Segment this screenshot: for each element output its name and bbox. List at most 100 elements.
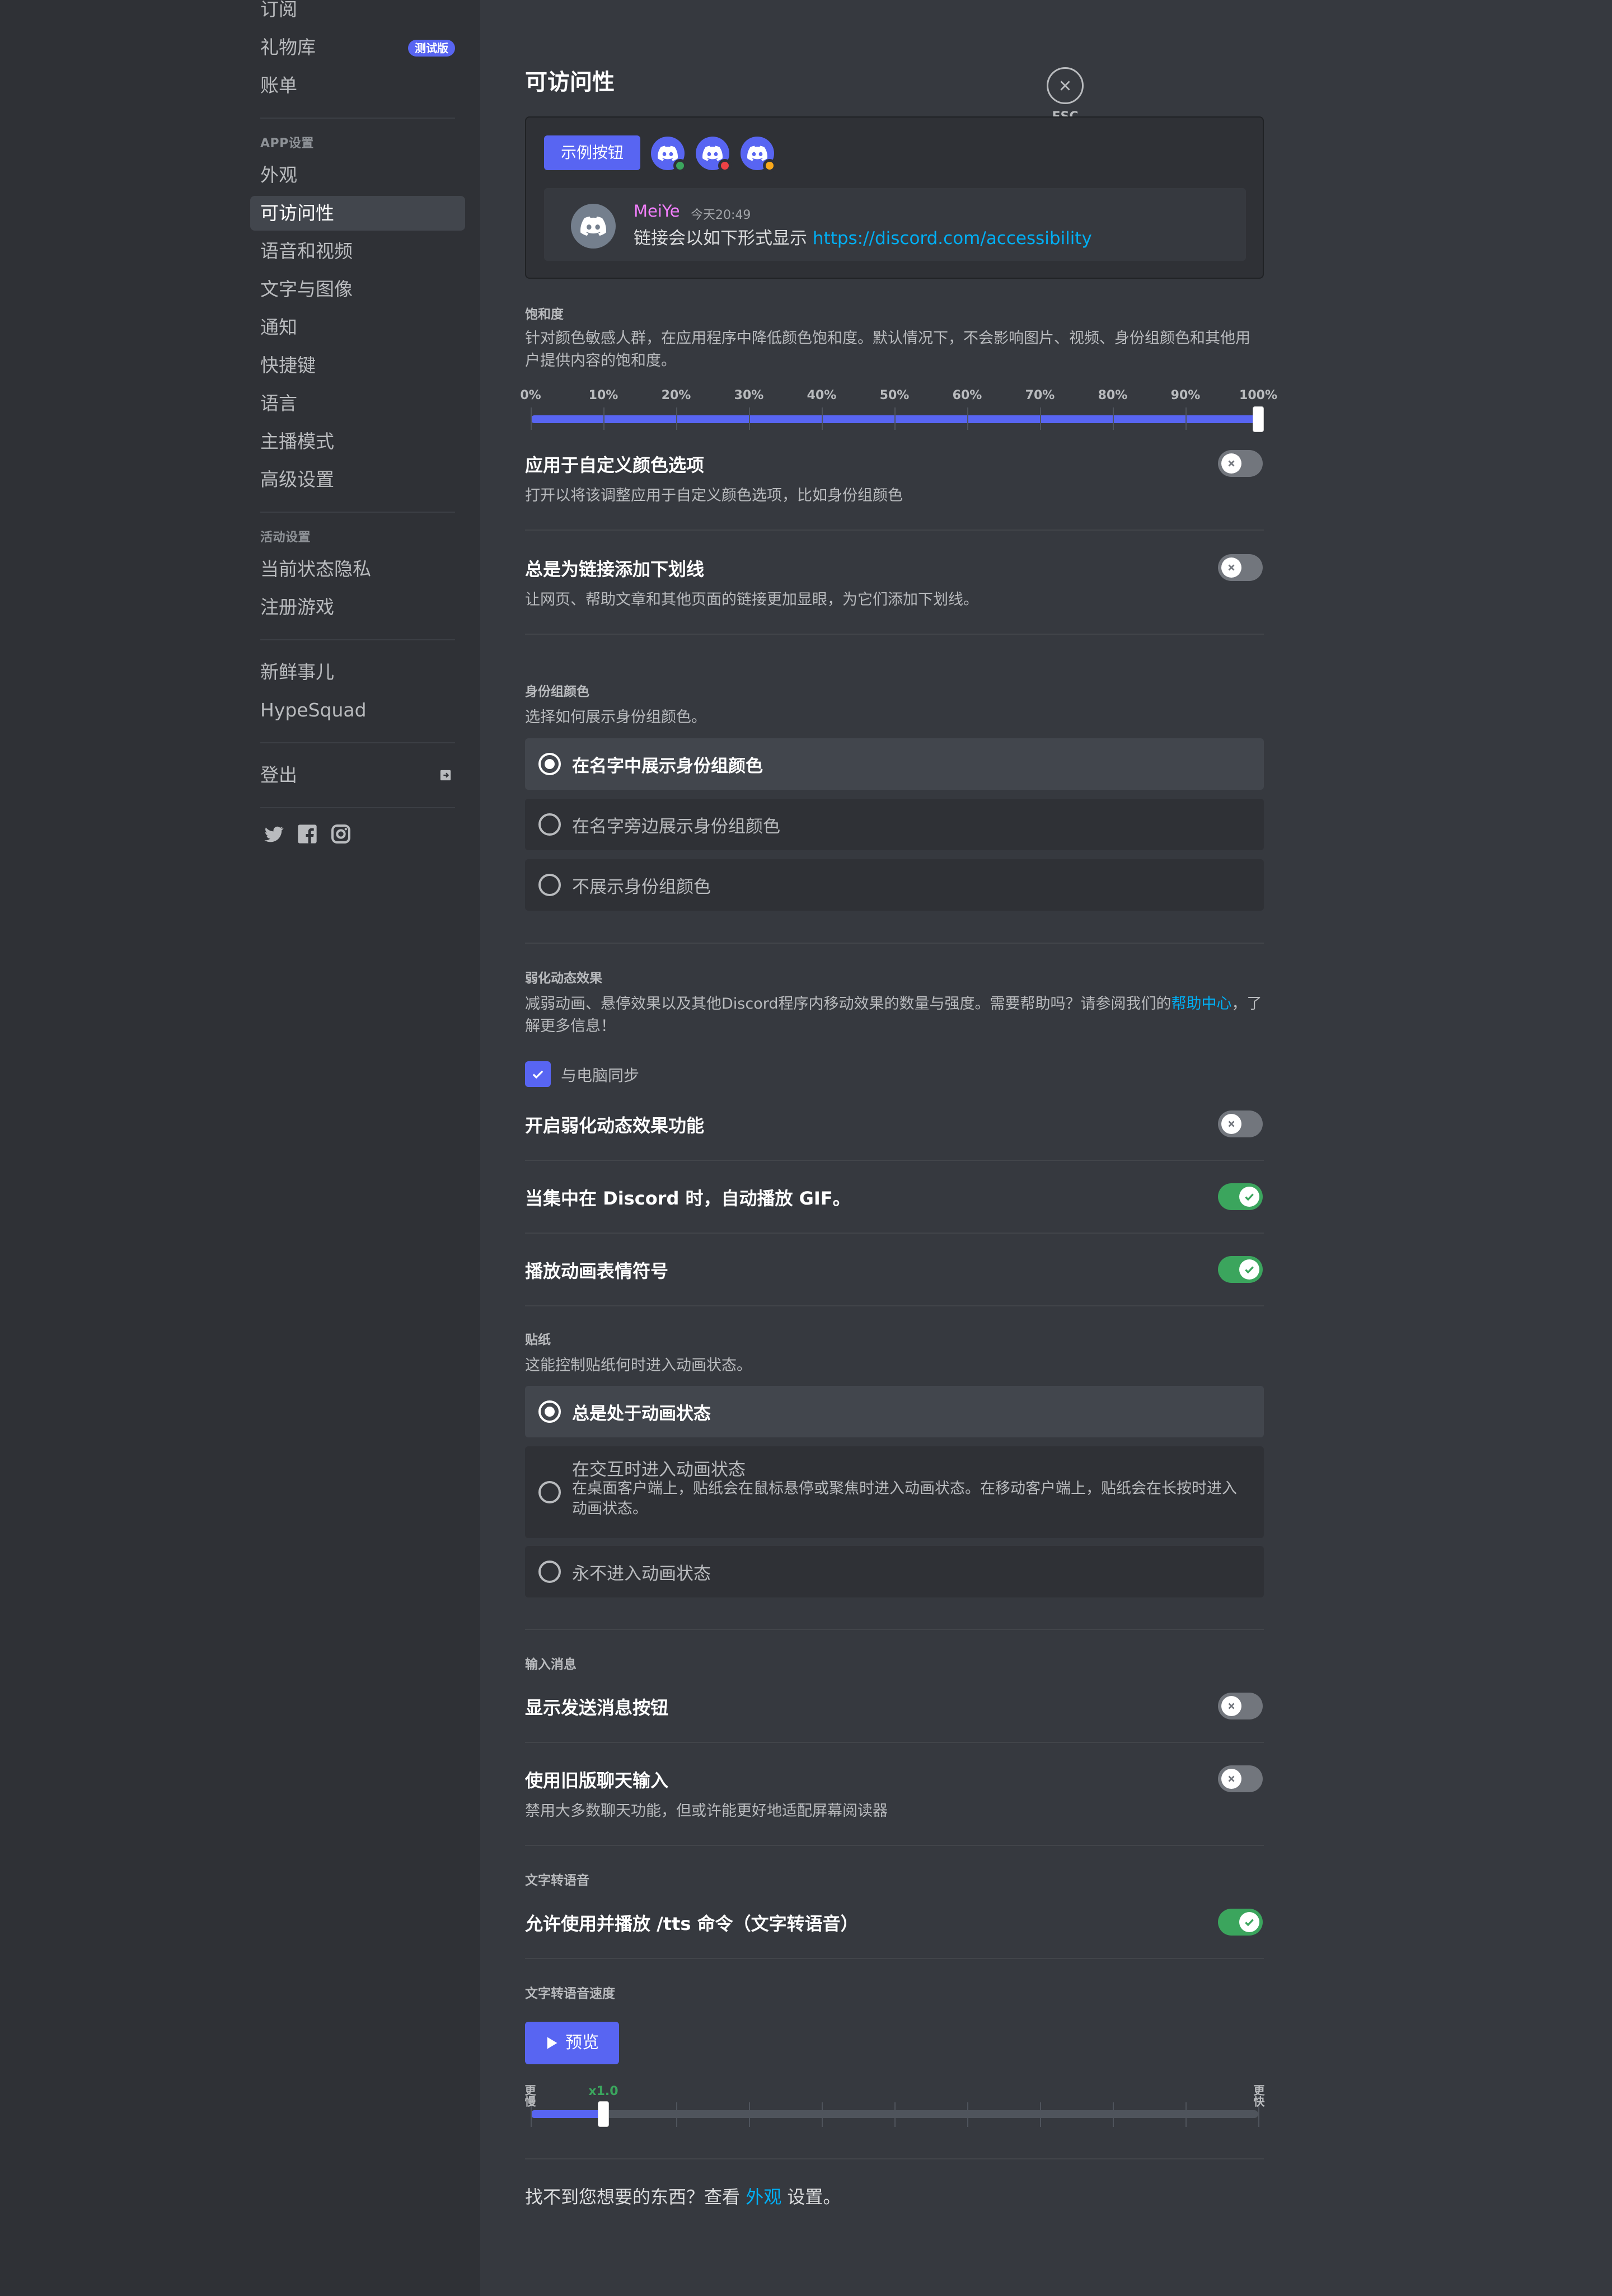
role-color-option-hidden[interactable]: 不展示身份组颜色	[525, 859, 1264, 911]
sidebar-item-advanced[interactable]: 高级设置	[250, 462, 465, 497]
slider-tick-label: 100%	[1239, 388, 1277, 402]
instagram-icon[interactable]	[330, 823, 352, 845]
close-icon[interactable]	[1047, 67, 1084, 104]
slider-tick-mark	[967, 407, 968, 430]
sidebar-item-whats-new[interactable]: 新鲜事儿	[250, 655, 465, 690]
slider-fill	[531, 2110, 603, 2118]
sidebar-item-hypesquad[interactable]: HypeSquad	[250, 693, 465, 728]
sidebar-item-language[interactable]: 语言	[250, 386, 465, 421]
sidebar-item-streamer-mode[interactable]: 主播模式	[250, 424, 465, 459]
slider-tick-mark	[749, 2102, 750, 2127]
demo-button[interactable]: 示例按钮	[544, 135, 641, 170]
x-icon	[1228, 1703, 1235, 1709]
sticker-option-always[interactable]: 总是处于动画状态	[525, 1386, 1264, 1437]
slider-tick-mark	[531, 407, 532, 430]
role-color-option-beside-name[interactable]: 在名字旁边展示身份组颜色	[525, 799, 1264, 850]
radio-button[interactable]	[538, 874, 561, 896]
sidebar-item-gift-inventory[interactable]: 礼物库 测试版	[250, 30, 465, 65]
button-label: 预览	[565, 2033, 599, 2053]
divider	[525, 1958, 1264, 1959]
message-author[interactable]: MeiYe	[634, 202, 680, 221]
check-icon	[1245, 1266, 1254, 1274]
message-link[interactable]: https://discord.com/accessibility	[813, 228, 1092, 249]
slider-tick-mark	[1113, 407, 1114, 430]
radio-button[interactable]	[538, 1481, 561, 1503]
slider-tick-label: 0%	[520, 388, 541, 402]
sync-with-computer-checkbox[interactable]	[525, 1061, 551, 1087]
slider-tick-mark	[749, 407, 750, 430]
send-button-toggle[interactable]	[1218, 1693, 1263, 1719]
play-icon	[547, 2037, 557, 2049]
reduced-motion-description: 减弱动画、悬停效果以及其他Discord程序内移动效果的数量与强度。需要帮助吗？…	[525, 993, 1264, 1038]
tts-allow-toggle[interactable]	[1218, 1909, 1263, 1936]
toggle-knob	[1239, 1259, 1259, 1280]
radio-button[interactable]	[538, 813, 561, 836]
avatar-idle	[741, 137, 776, 172]
reduced-motion-toggle[interactable]	[1218, 1110, 1263, 1137]
radio-button[interactable]	[538, 1561, 561, 1583]
sidebar-divider	[260, 639, 455, 640]
sidebar-item-label: 可访问性	[260, 202, 334, 224]
sidebar-item-keybinds[interactable]: 快捷键	[250, 348, 465, 383]
sidebar-item-accessibility[interactable]: 可访问性	[250, 196, 465, 231]
custom-colors-toggle[interactable]	[1218, 450, 1263, 477]
facebook-icon[interactable]	[296, 823, 318, 845]
sidebar-item-label: 文字与图像	[260, 278, 353, 300]
radio-label: 总是处于动画状态	[572, 1404, 711, 1424]
divider	[525, 1160, 1264, 1161]
logout-icon	[440, 770, 451, 781]
slider-tick-label: 30%	[734, 388, 764, 402]
role-colors-label: 身份组颜色	[525, 685, 589, 699]
discord-logo-icon	[747, 146, 767, 161]
sidebar-item-text-images[interactable]: 文字与图像	[250, 272, 465, 307]
slider-tick-mark	[1185, 407, 1187, 430]
role-color-option-in-name[interactable]: 在名字中展示身份组颜色	[525, 738, 1264, 790]
slider-handle[interactable]	[1253, 406, 1264, 432]
legacy-chat-input-toggle[interactable]	[1218, 1765, 1263, 1792]
slider-tick-mark	[894, 2102, 896, 2127]
sidebar-item-label: 高级设置	[260, 468, 334, 490]
radio-button[interactable]	[538, 753, 561, 775]
sidebar-item-logout[interactable]: 登出	[250, 758, 465, 793]
tts-rate-slider[interactable]: 更慢 更快 x1.0	[523, 2082, 1265, 2144]
divider	[525, 634, 1264, 635]
tts-preview-button[interactable]: 预览	[525, 2022, 619, 2064]
discord-logo-icon	[658, 146, 678, 161]
appearance-link[interactable]: 外观	[746, 2186, 781, 2208]
underline-links-toggle[interactable]	[1218, 554, 1263, 581]
toggle-knob	[1221, 453, 1241, 474]
radio-button[interactable]	[538, 1400, 561, 1423]
help-center-link[interactable]: 帮助中心	[1171, 995, 1232, 1013]
sidebar-divider	[260, 742, 455, 743]
divider	[525, 530, 1264, 531]
sidebar-item-voice-video[interactable]: 语音和视频	[250, 234, 465, 269]
autoplay-gif-toggle[interactable]	[1218, 1183, 1263, 1210]
beta-badge: 测试版	[408, 40, 455, 57]
social-links	[250, 823, 465, 845]
sidebar-item-billing[interactable]: 账单	[250, 68, 465, 103]
slider-tick-label: 70%	[1025, 388, 1055, 402]
tts-label: 文字转语音	[525, 1873, 589, 1888]
close-settings-button[interactable]: ESC	[1045, 67, 1085, 124]
slider-tick-mark	[1185, 2102, 1187, 2127]
check-icon	[1245, 1193, 1254, 1201]
toggle-knob	[1221, 1696, 1241, 1716]
sticker-option-never[interactable]: 永不进入动画状态	[525, 1546, 1264, 1597]
sidebar-item-label: HypeSquad	[260, 699, 367, 721]
sidebar-item-subscriptions[interactable]: 订阅	[250, 0, 465, 27]
sidebar-item-activity-privacy[interactable]: 当前状态隐私	[250, 552, 465, 587]
saturation-label: 饱和度	[525, 307, 564, 322]
app-settings-header: APP设置	[260, 137, 314, 151]
sticker-option-on-interaction[interactable]: 在交互时进入动画状态 在桌面客户端上，贴纸会在鼠标悬停或聚焦时进入动画状态。在移…	[525, 1446, 1264, 1538]
sidebar-item-notifications[interactable]: 通知	[250, 310, 465, 345]
slider-handle[interactable]	[598, 2101, 609, 2127]
underline-links-description: 让网页、帮助文章和其他页面的链接更加显眼，为它们添加下划线。	[525, 591, 978, 608]
sidebar-item-appearance[interactable]: 外观	[250, 158, 465, 193]
animated-emoji-toggle[interactable]	[1218, 1256, 1263, 1283]
slider-tick-mark	[967, 2102, 968, 2127]
saturation-slider[interactable]: 0% 10% 20% 30% 40% 50% 60% 70% 80% 90% 100%	[520, 386, 1277, 432]
slider-value-marker: x1.0	[588, 2084, 618, 2098]
twitter-icon[interactable]	[263, 823, 285, 845]
divider	[525, 2158, 1264, 2159]
sidebar-item-registered-games[interactable]: 注册游戏	[250, 590, 465, 625]
